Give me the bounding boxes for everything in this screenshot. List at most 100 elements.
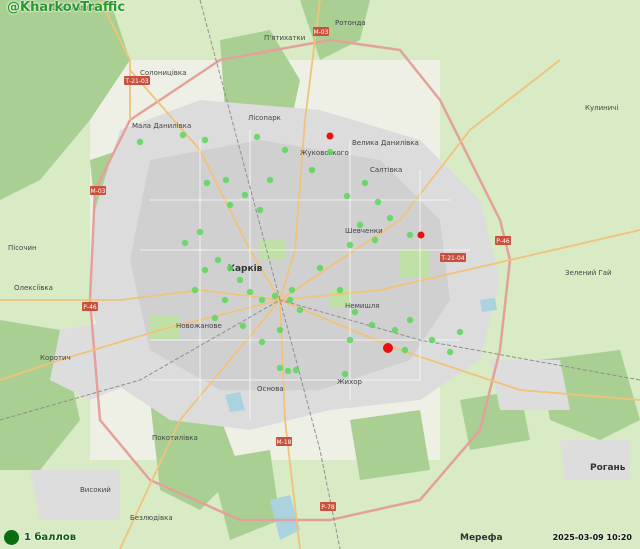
traffic-marker-high[interactable]: [417, 231, 425, 239]
road-shield-p46-east: Р-46: [495, 236, 511, 245]
place-label: Кулиничі: [585, 104, 618, 112]
traffic-marker[interactable]: [428, 336, 436, 344]
traffic-marker[interactable]: [276, 326, 284, 334]
timestamp: 2025-03-09 10:20: [552, 533, 632, 542]
traffic-marker[interactable]: [292, 366, 300, 374]
place-label: П'ятихатки: [264, 34, 305, 42]
traffic-marker[interactable]: [406, 316, 414, 324]
traffic-marker[interactable]: [326, 148, 334, 156]
traffic-marker-high[interactable]: [326, 132, 334, 140]
traffic-marker[interactable]: [346, 241, 354, 249]
brand-title: @KharkovTraffic: [7, 0, 126, 15]
place-label: Коротич: [40, 354, 71, 362]
traffic-marker[interactable]: [222, 176, 230, 184]
traffic-marker[interactable]: [179, 131, 187, 139]
traffic-marker[interactable]: [351, 308, 359, 316]
traffic-marker[interactable]: [221, 296, 229, 304]
traffic-marker[interactable]: [401, 346, 409, 354]
place-label: Основа: [257, 385, 284, 393]
traffic-marker[interactable]: [343, 192, 351, 200]
traffic-marker[interactable]: [226, 264, 234, 272]
svg-text:М-03: М-03: [91, 188, 106, 195]
place-label: Немишля: [345, 302, 380, 310]
place-label: Мала Данилівка: [132, 122, 191, 130]
traffic-marker[interactable]: [406, 231, 414, 239]
traffic-marker[interactable]: [201, 266, 209, 274]
place-label: Пісочин: [8, 244, 37, 252]
traffic-marker[interactable]: [266, 176, 274, 184]
traffic-marker[interactable]: [196, 228, 204, 236]
traffic-marker[interactable]: [211, 314, 219, 322]
place-label: Мерефа: [460, 533, 503, 543]
traffic-marker[interactable]: [136, 138, 144, 146]
traffic-marker[interactable]: [446, 348, 454, 356]
traffic-marker[interactable]: [236, 276, 244, 284]
place-label: Зелений Гай: [565, 269, 612, 277]
traffic-marker[interactable]: [296, 306, 304, 314]
svg-text:Р-46: Р-46: [83, 304, 97, 311]
place-label: Лісопарк: [248, 114, 281, 122]
traffic-marker[interactable]: [374, 198, 382, 206]
place-label: Жихор: [337, 378, 363, 386]
traffic-marker[interactable]: [271, 292, 279, 300]
road-shield-p46: Р-46: [82, 302, 98, 311]
road-shield-m03-north: М-03: [313, 27, 329, 36]
place-label: Жуковського: [300, 149, 349, 157]
place-label: Шевченки: [345, 227, 383, 235]
traffic-marker[interactable]: [253, 133, 261, 141]
traffic-marker[interactable]: [241, 191, 249, 199]
traffic-marker[interactable]: [281, 146, 289, 154]
traffic-marker[interactable]: [258, 338, 266, 346]
traffic-marker-high[interactable]: [383, 343, 393, 353]
place-label: Солоницівка: [140, 69, 186, 77]
traffic-marker[interactable]: [201, 136, 209, 144]
road-shield-m03-west: М-03: [90, 186, 106, 195]
traffic-marker[interactable]: [391, 326, 399, 334]
traffic-marker[interactable]: [316, 264, 324, 272]
traffic-marker[interactable]: [276, 364, 284, 372]
place-label: Безлюдівка: [130, 514, 173, 522]
svg-text:Т-21-03: Т-21-03: [124, 78, 148, 85]
place-label: Велика Данилівка: [352, 139, 419, 147]
traffic-marker[interactable]: [181, 239, 189, 247]
traffic-marker[interactable]: [386, 214, 394, 222]
map-canvas[interactable]: М-03 Т-21-03 Т-21-04 М-18 Р-46 Р-78 М-03…: [0, 0, 640, 549]
svg-text:М-18: М-18: [277, 439, 292, 446]
traffic-marker[interactable]: [214, 256, 222, 264]
legend: 1 баллов: [4, 530, 76, 545]
traffic-marker[interactable]: [288, 286, 296, 294]
traffic-marker[interactable]: [308, 166, 316, 174]
traffic-marker[interactable]: [246, 288, 254, 296]
traffic-marker[interactable]: [239, 322, 247, 330]
traffic-marker[interactable]: [356, 221, 364, 229]
traffic-marker[interactable]: [203, 179, 211, 187]
traffic-marker[interactable]: [361, 179, 369, 187]
road-shield-m18: М-18: [276, 437, 292, 446]
place-label: Новожанове: [176, 322, 222, 330]
place-label: Салтівка: [370, 166, 402, 174]
traffic-marker[interactable]: [258, 296, 266, 304]
place-label: Харків: [228, 263, 263, 274]
traffic-marker[interactable]: [191, 286, 199, 294]
road-shield-p78: Р-78: [320, 502, 336, 511]
svg-text:Р-78: Р-78: [321, 504, 335, 511]
traffic-marker[interactable]: [346, 336, 354, 344]
traffic-marker[interactable]: [286, 296, 294, 304]
legend-dot-icon: [4, 530, 19, 545]
place-label: Ротонда: [335, 19, 366, 27]
svg-text:М-03: М-03: [314, 29, 329, 36]
traffic-marker[interactable]: [336, 286, 344, 294]
traffic-marker[interactable]: [226, 201, 234, 209]
traffic-marker[interactable]: [341, 370, 349, 378]
place-label: Олексіївка: [14, 284, 53, 292]
traffic-marker[interactable]: [368, 321, 376, 329]
place-label: Рогань: [590, 463, 626, 473]
place-label: Покотилівка: [152, 434, 198, 442]
legend-label: 1 баллов: [24, 532, 77, 543]
map-layer[interactable]: М-03 Т-21-03 Т-21-04 М-18 Р-46 Р-78 М-03…: [0, 0, 640, 549]
traffic-marker[interactable]: [456, 328, 464, 336]
traffic-marker[interactable]: [371, 236, 379, 244]
traffic-marker[interactable]: [284, 367, 292, 375]
traffic-marker[interactable]: [256, 206, 264, 214]
road-shield-t2104: Т-21-04: [440, 253, 466, 262]
